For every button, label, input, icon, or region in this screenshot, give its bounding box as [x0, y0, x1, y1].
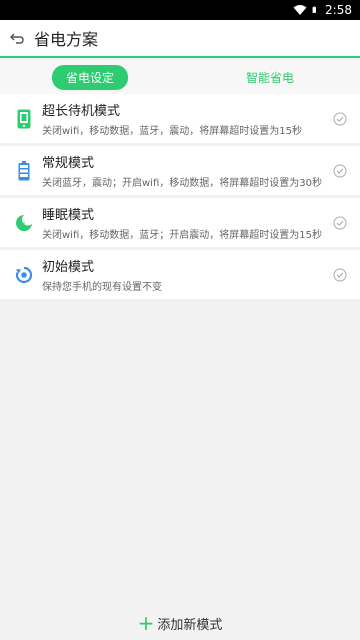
tab-bar: 省电设定 智能省电 [0, 60, 360, 94]
page-title: 省电方案 [34, 30, 99, 49]
tab-smart-saving[interactable]: 智能省电 [180, 65, 360, 90]
app-toolbar: 省电方案 [0, 20, 360, 58]
restore-icon [14, 263, 34, 287]
phone-battery-icon [14, 107, 34, 131]
mode-desc: 关闭wifi，移动数据，蓝牙；开启震动，将屏幕超时设置为15秒 [42, 230, 322, 241]
check-icon[interactable] [326, 268, 354, 282]
status-time: 2:58 [325, 3, 352, 17]
check-icon[interactable] [326, 112, 354, 126]
back-button[interactable] [2, 19, 32, 57]
svg-text:z: z [22, 221, 25, 228]
mode-item-sleep[interactable]: z 睡眠模式 关闭wifi，移动数据，蓝牙；开启震动，将屏幕超时设置为15秒 [0, 198, 360, 250]
tab-power-settings[interactable]: 省电设定 [0, 64, 180, 90]
add-mode-label: 添加新模式 [157, 617, 223, 633]
plus-icon: + [137, 611, 155, 635]
mode-item-ultra-standby[interactable]: 超长待机模式 关闭wifi，移动数据，蓝牙，震动，将屏幕超时设置为15秒 [0, 94, 360, 146]
check-icon[interactable] [326, 164, 354, 178]
mode-desc: 关闭wifi，移动数据，蓝牙，震动，将屏幕超时设置为15秒 [42, 126, 302, 137]
add-mode-button[interactable]: + 添加新模式 [138, 613, 223, 633]
mode-title: 超长待机模式 [42, 104, 121, 119]
mode-title: 睡眠模式 [42, 208, 95, 223]
tab-label: 智能省电 [245, 70, 294, 85]
moon-icon: z [14, 211, 34, 235]
bottom-bar: + 添加新模式 [0, 606, 360, 640]
mode-item-normal[interactable]: 常规模式 关闭蓝牙，震动；开启wifi，移动数据，将屏幕超时设置为30秒 [0, 146, 360, 198]
battery-icon [312, 6, 317, 13]
mode-desc: 保持您手机的现有设置不变 [42, 282, 162, 293]
battery-icon [14, 159, 34, 183]
mode-item-initial[interactable]: 初始模式 保持您手机的现有设置不变 [0, 250, 360, 302]
status-bar: 2:58 [0, 0, 360, 20]
wifi-icon [293, 5, 307, 15]
check-icon[interactable] [326, 216, 354, 230]
mode-desc: 关闭蓝牙，震动；开启wifi，移动数据，将屏幕超时设置为30秒 [42, 178, 322, 189]
mode-title: 初始模式 [42, 260, 95, 275]
mode-list: 超长待机模式 关闭wifi，移动数据，蓝牙，震动，将屏幕超时设置为15秒 常规模… [0, 94, 360, 302]
mode-title: 常规模式 [42, 156, 95, 171]
back-arrow-icon [10, 33, 24, 44]
tab-label: 省电设定 [51, 64, 128, 90]
